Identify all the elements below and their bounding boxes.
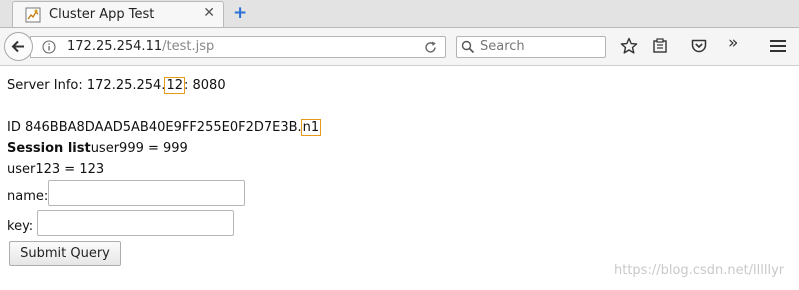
navigation-toolbar: 172.25.254.11/test.jsp Search » — [0, 28, 799, 66]
server-info: Server Info: 172.25.254.12: 8080 — [7, 77, 226, 94]
tab-title: Cluster App Test — [49, 7, 155, 22]
session-id-prefix: ID 846BBA8DAAD5AB40E9FF255E0F2D7E3B. — [7, 120, 302, 135]
bookmark-star-icon[interactable] — [620, 37, 638, 55]
url-path: /test.jsp — [162, 39, 215, 54]
tab-strip: Cluster App Test ✕ + — [0, 0, 799, 28]
name-label: name: — [7, 189, 49, 204]
new-tab-icon[interactable]: + — [233, 3, 247, 23]
session-route-highlight: n1 — [300, 119, 322, 136]
server-node-highlight: 12 — [164, 77, 185, 94]
page-favicon-icon — [25, 7, 41, 23]
session-list-label: Session list — [7, 141, 91, 156]
back-arrow-icon — [11, 40, 24, 53]
overflow-chevron-icon[interactable]: » — [728, 33, 746, 53]
watermark: https://blog.csdn.net/lllllyr — [614, 263, 785, 278]
server-info-prefix: Server Info: 172.25.254. — [7, 78, 166, 93]
url-bar[interactable]: 172.25.254.11/test.jsp — [30, 36, 446, 58]
key-label: key: — [7, 219, 34, 234]
submit-query-button[interactable]: Submit Query — [9, 241, 121, 266]
search-bar[interactable]: Search — [456, 36, 606, 58]
reload-icon[interactable] — [423, 40, 438, 55]
close-icon[interactable]: ✕ — [203, 5, 215, 21]
session-id: ID 846BBA8DAAD5AB40E9FF255E0F2D7E3B.n1 — [7, 119, 322, 136]
page-content: Server Info: 172.25.254.12: 8080 ID 846B… — [0, 66, 799, 290]
key-field[interactable] — [37, 210, 234, 236]
reading-list-icon[interactable] — [651, 37, 669, 55]
session-list: Session listuser999 = 999 — [7, 141, 188, 156]
info-icon[interactable] — [42, 40, 56, 54]
tab-cluster-app-test[interactable]: Cluster App Test ✕ — [12, 1, 224, 27]
search-icon — [461, 40, 475, 54]
server-info-suffix: : 8080 — [184, 78, 226, 93]
back-button[interactable] — [4, 32, 33, 61]
name-field[interactable] — [48, 180, 245, 206]
search-placeholder: Search — [480, 39, 525, 54]
session-entry-2: user123 = 123 — [7, 162, 105, 177]
hamburger-menu-icon[interactable] — [769, 37, 787, 55]
session-entry: user999 = 999 — [90, 141, 188, 156]
url-host: 172.25.254.11 — [67, 39, 163, 54]
url-text[interactable]: 172.25.254.11/test.jsp — [67, 39, 214, 54]
pocket-icon[interactable] — [690, 37, 708, 55]
